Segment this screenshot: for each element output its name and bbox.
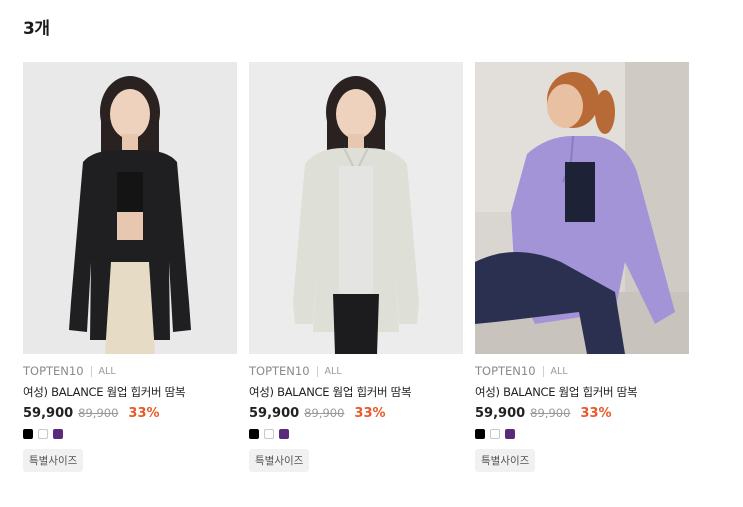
color-swatch-purple[interactable] — [505, 429, 515, 439]
product-image[interactable] — [475, 62, 689, 354]
color-swatches — [23, 429, 237, 439]
product-image[interactable] — [23, 62, 237, 354]
color-swatch-black[interactable] — [475, 429, 485, 439]
product-card[interactable]: TOPTEN10 ALL 여성) BALANCE 웜업 힙커버 땀복 59,90… — [475, 62, 689, 472]
product-title[interactable]: 여성) BALANCE 웜업 힙커버 땀복 — [23, 384, 237, 400]
product-title[interactable]: 여성) BALANCE 웜업 힙커버 땀복 — [249, 384, 463, 400]
discount-rate: 33% — [580, 406, 612, 421]
price-row: 59,900 89,900 33% — [249, 406, 463, 421]
product-title[interactable]: 여성) BALANCE 웜업 힙커버 땀복 — [475, 384, 689, 400]
divider — [542, 365, 544, 377]
brand-name[interactable]: TOPTEN10 — [475, 364, 536, 378]
divider — [316, 365, 318, 377]
color-swatch-purple[interactable] — [53, 429, 63, 439]
sale-price: 59,900 — [249, 406, 300, 421]
original-price: 89,900 — [530, 406, 571, 420]
product-grid: TOPTEN10 ALL 여성) BALANCE 웜업 힙커버 땀복 59,90… — [23, 62, 689, 472]
sale-price: 59,900 — [23, 406, 74, 421]
product-card[interactable]: TOPTEN10 ALL 여성) BALANCE 웜업 힙커버 땀복 59,90… — [23, 62, 237, 472]
product-meta: TOPTEN10 ALL — [249, 364, 463, 378]
color-swatch-white[interactable] — [264, 429, 274, 439]
color-swatch-black[interactable] — [23, 429, 33, 439]
price-row: 59,900 89,900 33% — [23, 406, 237, 421]
color-swatches — [475, 429, 689, 439]
original-price: 89,900 — [78, 406, 119, 420]
special-size-tag: 특별사이즈 — [249, 449, 310, 472]
product-card[interactable]: TOPTEN10 ALL 여성) BALANCE 웜업 힙커버 땀복 59,90… — [249, 62, 463, 472]
category-label: ALL — [98, 365, 116, 377]
special-size-tag: 특별사이즈 — [23, 449, 84, 472]
category-label: ALL — [550, 365, 568, 377]
original-price: 89,900 — [304, 406, 345, 420]
color-swatches — [249, 429, 463, 439]
discount-rate: 33% — [128, 406, 160, 421]
product-image[interactable] — [249, 62, 463, 354]
color-swatch-purple[interactable] — [279, 429, 289, 439]
brand-name[interactable]: TOPTEN10 — [249, 364, 310, 378]
color-swatch-white[interactable] — [490, 429, 500, 439]
discount-rate: 33% — [354, 406, 386, 421]
price-row: 59,900 89,900 33% — [475, 406, 689, 421]
product-meta: TOPTEN10 ALL — [475, 364, 689, 378]
color-swatch-white[interactable] — [38, 429, 48, 439]
brand-name[interactable]: TOPTEN10 — [23, 364, 84, 378]
product-meta: TOPTEN10 ALL — [23, 364, 237, 378]
category-label: ALL — [324, 365, 342, 377]
color-swatch-black[interactable] — [249, 429, 259, 439]
sale-price: 59,900 — [475, 406, 526, 421]
result-count: 3개 — [23, 19, 50, 39]
divider — [90, 365, 92, 377]
special-size-tag: 특별사이즈 — [475, 449, 536, 472]
